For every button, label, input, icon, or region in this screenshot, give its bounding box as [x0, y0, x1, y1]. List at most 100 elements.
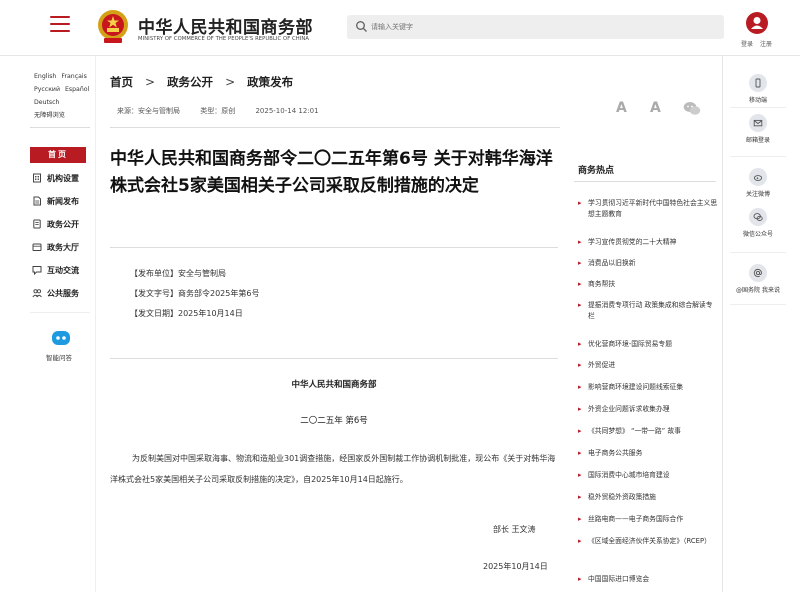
search-box	[347, 15, 724, 39]
hot-topic-item[interactable]: 《区域全面经济伙伴关系协定》（RCEP）	[578, 536, 718, 547]
font-larger-button[interactable]: A	[616, 100, 627, 116]
nav-item-label: 互动交流	[47, 265, 79, 275]
email-login-link[interactable]: 邮箱登录	[730, 114, 786, 144]
document-icon	[33, 196, 41, 206]
divider	[730, 252, 786, 253]
accessibility-link[interactable]: 无障碍浏览	[34, 112, 65, 119]
divider	[722, 56, 723, 592]
search-input[interactable]	[371, 15, 711, 39]
chat-icon	[32, 266, 42, 275]
hot-topic-item[interactable]: 丝路电商——电子商务国际合作	[578, 514, 718, 525]
breadcrumb-affairs[interactable]: 政务公开	[167, 74, 213, 90]
nav-item-affairs[interactable]: 政务公开	[32, 216, 79, 232]
hot-topic-item[interactable]: 影响营商环境建设问题线索征集	[578, 382, 718, 393]
article-title: 中华人民共和国商务部令二〇二五年第6号 关于对韩华海洋株式会社5家美国相关子公司…	[110, 149, 553, 196]
nav-item-label: 新闻发布	[47, 196, 79, 206]
divider	[730, 107, 786, 108]
wechat-account-label: 微信公众号	[742, 231, 773, 238]
order-number: 二〇二五年 第6号	[300, 416, 368, 426]
state-council-link[interactable]: @国务院 我来说	[730, 264, 786, 294]
meta-date: 2025-10-14 12:01	[255, 107, 319, 115]
divider	[730, 156, 786, 157]
breadcrumb-policy[interactable]: 政策发布	[247, 74, 293, 90]
signer: 部长 王文涛	[493, 525, 536, 534]
wechat-account-link[interactable]: 微信公众号	[730, 208, 786, 238]
site-subtitle: MINISTRY OF COMMERCE OF THE PEOPLE'S REP…	[138, 36, 310, 42]
lang-french[interactable]: Français	[61, 73, 87, 80]
lang-russian[interactable]: Русский	[34, 86, 60, 93]
search-icon[interactable]	[355, 20, 368, 33]
article-body: 为反制美国对中国采取海事、物流和造船业301调查措施，经国家反外国制裁工作协调机…	[110, 454, 556, 484]
wechat-share-icon[interactable]	[683, 101, 701, 116]
lang-english[interactable]: English	[34, 73, 56, 80]
hot-topic-item[interactable]: 外资企业问题诉求收集办理	[578, 404, 718, 415]
hot-topic-item[interactable]: 消费品以旧换新	[578, 258, 718, 269]
meta-type: 类型：原创	[200, 107, 236, 115]
nav-item-interaction[interactable]: 互动交流	[32, 262, 79, 278]
nav-item-news[interactable]: 新闻发布	[32, 193, 79, 209]
hot-topic-item[interactable]: 学习宣传贯彻党的二十大精神	[578, 237, 718, 248]
hot-topic-item[interactable]: 电子商务公共服务	[578, 448, 718, 459]
hot-topic-item[interactable]: 外贸促进	[578, 360, 718, 371]
info-doc-number: 【发文字号】商务部令2025年第6号	[130, 289, 260, 298]
divider	[30, 127, 90, 128]
building-icon	[33, 173, 41, 183]
chevron-right-icon: >	[225, 75, 236, 89]
divider	[30, 312, 90, 313]
national-emblem-icon[interactable]	[96, 9, 130, 45]
site-title[interactable]: 中华人民共和国商务部	[138, 13, 313, 38]
robot-icon[interactable]	[50, 328, 72, 348]
hot-topic-item[interactable]: 《共同梦想》 “一带一路” 故事	[578, 426, 718, 437]
lang-spanish[interactable]: Español	[65, 86, 89, 93]
signature-date: 2025年10月14日	[483, 562, 548, 571]
meta-source: 来源：安全与管制局	[117, 107, 180, 115]
language-links: English Français Русский Español Deutsch 无…	[34, 70, 92, 122]
divider	[110, 127, 560, 128]
weibo-link[interactable]: 关注微博	[730, 168, 786, 198]
mobile-label: 移动端	[748, 97, 767, 104]
menu-icon[interactable]	[50, 16, 70, 34]
user-links: 登录 注册	[741, 39, 779, 48]
nav-item-label: 政务大厅	[47, 242, 79, 252]
hot-topic-item[interactable]: 商务帮扶	[578, 279, 718, 290]
nav-home[interactable]: 首页	[30, 147, 86, 163]
hot-topic-item[interactable]: 中国国际进口博览会	[578, 574, 718, 585]
hot-topics-title: 商务热点	[578, 166, 615, 176]
mobile-link[interactable]: 移动端	[730, 74, 786, 104]
weibo-icon	[749, 168, 767, 186]
divider	[574, 181, 716, 182]
hot-topic-item[interactable]: 优化营商环境-国际贸易专题	[578, 339, 718, 350]
mail-icon	[749, 114, 767, 132]
at-icon	[749, 264, 767, 282]
hot-topic-item[interactable]: 学习贯彻习近平新时代中国特色社会主义思想主题教育	[578, 198, 718, 220]
divider	[95, 56, 96, 592]
info-issuer: 【发布单位】安全与管制局	[130, 269, 226, 278]
nav-item-hall[interactable]: 政务大厅	[32, 239, 79, 255]
lang-german[interactable]: Deutsch	[34, 99, 59, 106]
nav-item-services[interactable]: 公共服务	[32, 285, 79, 301]
assistant-label[interactable]: 智能问答	[46, 352, 72, 362]
login-link[interactable]: 登录	[741, 41, 753, 48]
nav-item-org[interactable]: 机构设置	[32, 170, 79, 186]
weibo-label: 关注微博	[745, 191, 770, 198]
issuing-organization: 中华人民共和国商务部	[291, 380, 377, 390]
nav-item-label: 公共服务	[47, 288, 79, 298]
font-smaller-button[interactable]: A	[650, 100, 661, 116]
breadcrumb-home[interactable]: 首页	[110, 74, 133, 90]
hot-topic-item[interactable]: 国际消费中心城市培育建设	[578, 470, 718, 481]
register-link[interactable]: 注册	[760, 41, 772, 48]
hot-topic-item[interactable]: 提振消费专项行动 政策集成和综合解读专栏	[578, 300, 718, 322]
nav-item-label: 政务公开	[47, 219, 79, 229]
chevron-right-icon: >	[145, 75, 156, 89]
divider	[110, 247, 558, 248]
divider	[730, 304, 786, 305]
file-icon	[33, 219, 41, 229]
people-icon	[32, 289, 42, 298]
hall-icon	[32, 243, 42, 251]
article-meta: 来源：安全与管制局 类型：原创 2025-10-14 12:01	[117, 106, 337, 116]
hot-topic-item[interactable]: 稳外贸稳外资政策措施	[578, 492, 718, 503]
nav-item-label: 机构设置	[47, 173, 79, 183]
breadcrumb: 首页 > 政务公开 > 政策发布	[110, 74, 293, 90]
user-avatar-icon[interactable]	[746, 12, 768, 34]
divider	[110, 358, 558, 359]
